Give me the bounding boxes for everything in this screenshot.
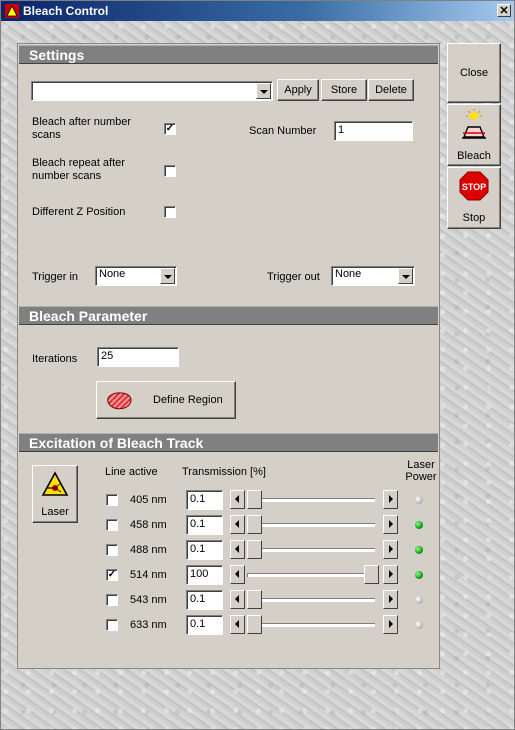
slider-left-arrow-icon[interactable]: [230, 540, 245, 559]
slider-right-arrow-icon[interactable]: [383, 515, 398, 534]
delete-button[interactable]: Delete: [368, 79, 414, 101]
slider-left-arrow-icon[interactable]: [230, 590, 245, 609]
title-bar: Bleach Control ✕: [1, 1, 514, 21]
laser-power-header: Laser Power: [401, 459, 441, 483]
laser-power-indicator: [415, 546, 423, 554]
different-z-label: Different Z Position: [32, 206, 126, 218]
bleach-button[interactable]: Bleach: [447, 104, 501, 166]
transmission-slider-track[interactable]: [247, 573, 375, 577]
app-icon: [5, 4, 19, 18]
transmission-slider-track[interactable]: [247, 623, 375, 627]
slider-left-arrow-icon[interactable]: [230, 615, 245, 634]
stop-sign-icon: STOP: [459, 171, 489, 201]
trigger-out-value: None: [335, 268, 362, 280]
transmission-field[interactable]: 0.1: [186, 540, 223, 560]
preset-combo[interactable]: [31, 81, 273, 101]
stop-button[interactable]: STOP Stop: [447, 167, 501, 229]
transmission-slider-track[interactable]: [247, 498, 375, 502]
slider-right-arrow-icon[interactable]: [383, 565, 398, 584]
define-region-label: Define Region: [153, 394, 223, 406]
define-region-button[interactable]: Define Region: [96, 381, 236, 419]
slider-right-arrow-icon[interactable]: [383, 590, 398, 609]
transmission-slider-track[interactable]: [247, 548, 375, 552]
transmission-slider-track[interactable]: [247, 598, 375, 602]
slider-left-arrow-icon[interactable]: [230, 515, 245, 534]
transmission-slider-thumb[interactable]: [364, 565, 379, 584]
line-active-checkbox[interactable]: [106, 594, 118, 606]
laser-power-indicator: [415, 571, 423, 579]
transmission-slider-track[interactable]: [247, 523, 375, 527]
close-button[interactable]: Close: [447, 43, 501, 103]
slider-right-arrow-icon[interactable]: [383, 615, 398, 634]
wavelength-label: 458 nm: [130, 519, 167, 531]
laser-header: Laser: [407, 459, 435, 471]
window-title: Bleach Control: [23, 4, 109, 18]
laser-power-indicator: [415, 521, 423, 529]
settings-header: Settings: [19, 45, 438, 64]
bleach-after-checkbox[interactable]: ✓: [164, 123, 176, 135]
trigger-out-combo[interactable]: None: [331, 266, 415, 286]
trigger-in-label: Trigger in: [32, 271, 79, 283]
transmission-field[interactable]: 100: [186, 565, 223, 585]
store-button[interactable]: Store: [321, 79, 367, 101]
transmission-slider-thumb[interactable]: [247, 540, 262, 559]
bleach-icon: [462, 109, 486, 139]
transmission-header: Transmission [%]: [182, 466, 266, 478]
scan-number-field[interactable]: 1: [334, 121, 413, 141]
stop-sign-text: STOP: [462, 182, 486, 192]
laser-button-label: Laser: [41, 506, 69, 518]
transmission-field[interactable]: 0.1: [186, 515, 223, 535]
line-active-checkbox[interactable]: ✓: [106, 569, 118, 581]
trigger-in-value: None: [99, 268, 126, 280]
line-active-checkbox[interactable]: [106, 494, 118, 506]
wavelength-label: 543 nm: [130, 594, 167, 606]
chevron-down-icon[interactable]: [398, 268, 413, 284]
line-active-header: Line active: [105, 466, 158, 478]
laser-warning-icon: [41, 471, 69, 496]
iterations-field[interactable]: 25: [97, 347, 179, 367]
transmission-slider-thumb[interactable]: [247, 615, 262, 634]
wavelength-label: 633 nm: [130, 619, 167, 631]
transmission-field[interactable]: 0.1: [186, 490, 223, 510]
excitation-header: Excitation of Bleach Track: [19, 433, 438, 452]
scan-number-label: Scan Number: [249, 125, 317, 137]
transmission-field[interactable]: 0.1: [186, 615, 223, 635]
bleach-repeat-checkbox[interactable]: [164, 165, 176, 177]
bleach-button-label: Bleach: [457, 150, 491, 162]
slider-right-arrow-icon[interactable]: [383, 540, 398, 559]
region-icon: [107, 392, 132, 410]
slider-right-arrow-icon[interactable]: [383, 490, 398, 509]
laser-button[interactable]: Laser: [32, 465, 78, 523]
laser-power-indicator: [415, 596, 423, 604]
transmission-field[interactable]: 0.1: [186, 590, 223, 610]
different-z-checkbox[interactable]: [164, 206, 176, 218]
stop-button-label: Stop: [462, 212, 486, 224]
transmission-slider-thumb[interactable]: [247, 490, 262, 509]
wavelength-label: 488 nm: [130, 544, 167, 556]
trigger-out-label: Trigger out: [267, 271, 320, 283]
wavelength-label: 405 nm: [130, 494, 167, 506]
bleach-after-label: Bleach after number scans: [32, 116, 132, 141]
slider-left-arrow-icon[interactable]: [230, 565, 245, 584]
slider-left-arrow-icon[interactable]: [230, 490, 245, 509]
chevron-down-icon[interactable]: [160, 268, 175, 284]
transmission-slider-thumb[interactable]: [247, 590, 262, 609]
power-header: Power: [405, 471, 437, 483]
line-active-checkbox[interactable]: [106, 619, 118, 631]
transmission-slider-thumb[interactable]: [247, 515, 262, 534]
line-active-checkbox[interactable]: [106, 544, 118, 556]
line-active-checkbox[interactable]: [106, 519, 118, 531]
bleach-control-window: Bleach Control ✕ Settings Apply Store De…: [0, 0, 515, 730]
trigger-in-combo[interactable]: None: [95, 266, 177, 286]
iterations-label: Iterations: [32, 353, 78, 365]
bleach-repeat-label: Bleach repeat after number scans: [32, 157, 125, 182]
laser-power-indicator: [415, 621, 423, 629]
bleach-parameter-header: Bleach Parameter: [19, 306, 438, 325]
window-close-button[interactable]: ✕: [497, 4, 511, 17]
chevron-down-icon[interactable]: [256, 83, 271, 99]
wavelength-label: 514 nm: [130, 569, 167, 581]
apply-button[interactable]: Apply: [277, 79, 319, 101]
laser-power-indicator: [415, 496, 423, 504]
